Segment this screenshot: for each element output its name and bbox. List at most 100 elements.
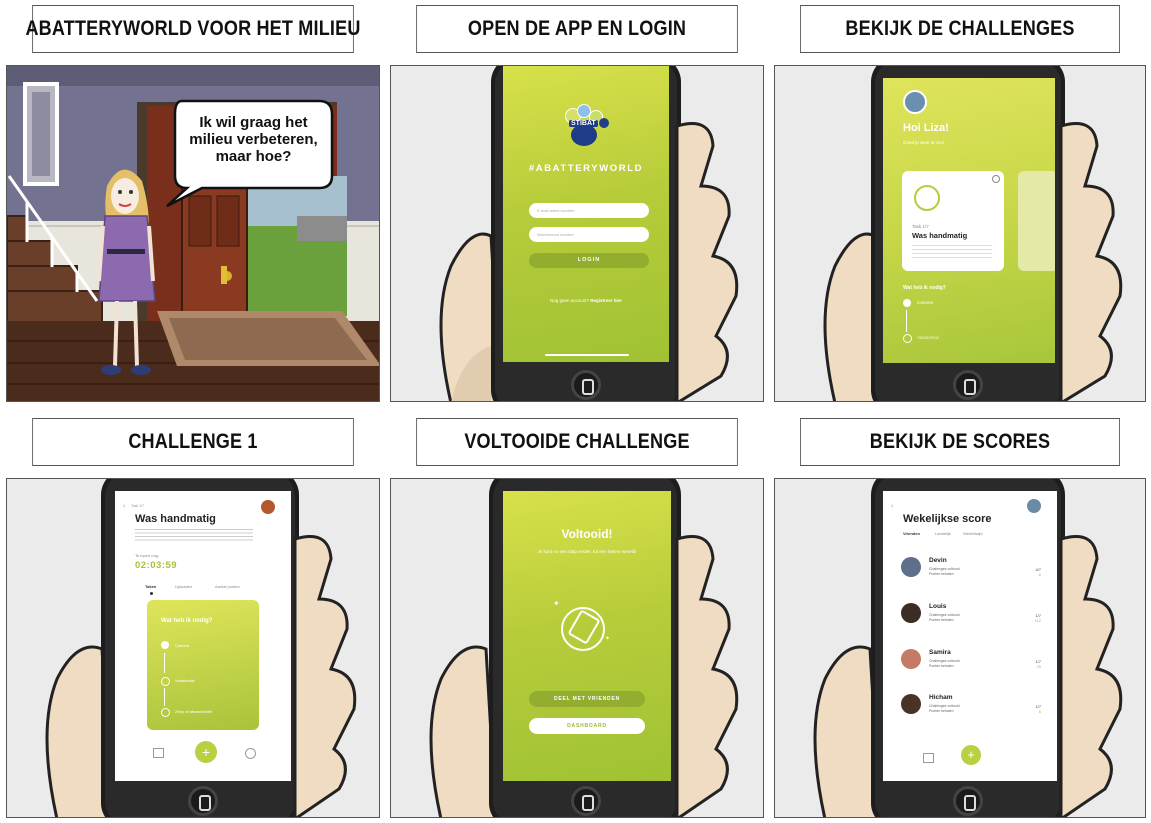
scene-panel: Ik wil graag het milieu verbeteren, maar… <box>6 65 380 402</box>
avatar <box>261 500 275 514</box>
panel-title-5: VOLTOOIDE CHALLENGE <box>416 418 738 466</box>
points: 112 <box>1034 618 1041 623</box>
stibat-logo: STIBAT <box>563 104 611 146</box>
tab-global[interactable]: Wereldwijd <box>963 531 983 536</box>
points: 6 <box>1038 709 1041 714</box>
item-camera: Camera <box>917 300 934 305</box>
person-name: Samira <box>929 649 951 656</box>
stat-label: Challenges voltooid <box>929 613 960 617</box>
item-3: Zeep of afwasmiddel <box>175 709 212 714</box>
task-label: Task 1/7 <box>131 504 145 508</box>
tab-national[interactable]: Landelijk <box>935 531 951 536</box>
stat-label: Punten behalen <box>929 709 954 713</box>
panel-title-1: ABATTERYWORLD VOOR HET MILIEU <box>25 5 360 53</box>
card-title: Was handmatig <box>912 231 968 240</box>
done-panel: Voltooid! Je kunt nu een stap verder, to… <box>390 478 764 818</box>
circle-icon <box>161 677 170 686</box>
challenge1-screen: ‹ Task 1/7 Was handmatig Te lopen nog: 0… <box>115 491 291 781</box>
list-item[interactable]: Devin Challenges voltooid Punten behalen… <box>901 553 1041 593</box>
home-button[interactable] <box>953 370 983 400</box>
time-label: Te lopen nog: <box>135 553 160 558</box>
stat-label: Challenges voltooid <box>929 567 960 571</box>
item-cloth: Vaatdoekje <box>917 335 940 340</box>
item-2: Vaatdoekje <box>175 678 195 683</box>
home-button[interactable] <box>188 786 218 816</box>
add-button[interactable]: + <box>195 741 217 763</box>
stat-label: Punten behalen <box>929 664 954 668</box>
check-icon <box>161 641 169 649</box>
hand-wash-icon <box>914 185 940 211</box>
speech-line-3: maar hoe? <box>215 148 292 165</box>
scores-title: Wekelijkse score <box>903 513 992 525</box>
tab-taken[interactable]: Taken <box>145 584 156 589</box>
home-tab-icon[interactable] <box>153 748 164 758</box>
points: 25 <box>1036 664 1041 669</box>
locked-card[interactable] <box>1018 171 1055 271</box>
stat-label: Punten behalen <box>929 618 954 622</box>
stat-label: Challenges voltooid <box>929 659 960 663</box>
avatar <box>901 603 921 623</box>
person-name: Hicham <box>929 694 953 701</box>
avatar <box>901 557 921 577</box>
item-1: Camera <box>175 643 190 648</box>
greeting-sub: Goed je weer te zien <box>903 140 945 145</box>
challenge1-panel: ‹ Task 1/7 Was handmatig Te lopen nog: 0… <box>6 478 380 818</box>
screen-title: Was handmatig <box>135 513 216 525</box>
dashboard-button[interactable]: DASHBOARD <box>529 718 645 734</box>
avatar <box>901 694 921 714</box>
password-field[interactable]: Wachtwoord invullen <box>529 227 649 242</box>
challenges-screen: Hoi Liza! Goed je weer te zien Task 1/7 … <box>883 78 1055 363</box>
circle-icon <box>161 708 170 717</box>
tab-indicator <box>150 592 153 595</box>
done-title: Voltooid! <box>561 527 613 541</box>
scores-screen: ‹ Wekelijkse score Vrienden Landelijk We… <box>883 491 1057 781</box>
panel-title-4: CHALLENGE 1 <box>32 418 354 466</box>
scores-panel: ‹ Wekelijkse score Vrienden Landelijk We… <box>774 478 1146 818</box>
home-tab-icon[interactable] <box>923 753 934 763</box>
tab-upload[interactable]: Uploaden <box>175 584 192 589</box>
info-icon[interactable] <box>992 175 1000 183</box>
timer: 02:03:59 <box>135 560 178 571</box>
stat-label: Challenges voltooid <box>929 704 960 708</box>
person-name: Louis <box>929 603 947 610</box>
avatar <box>903 90 927 114</box>
item-circle-icon <box>903 334 912 343</box>
need-card-title: Wat heb ik nodig? <box>161 618 213 624</box>
home-button[interactable] <box>953 786 983 816</box>
clean-hands-icon: ✦ ✦ <box>553 599 613 654</box>
done-screen: Voltooid! Je kunt nu een stap verder, to… <box>503 491 671 781</box>
stat-label: Punten behalen <box>929 572 954 576</box>
back-icon[interactable]: ‹ <box>123 503 125 510</box>
home-indicator <box>545 354 629 356</box>
register-text[interactable]: Nog geen account? Registreer hier <box>503 298 669 303</box>
add-button[interactable]: + <box>961 745 981 765</box>
avatar <box>1027 499 1041 513</box>
tab-points[interactable]: Aantal punten <box>215 584 240 589</box>
profile-tab-icon[interactable] <box>245 748 256 759</box>
email-field[interactable]: E-mail adres invullen <box>529 203 649 218</box>
points: 6 <box>1038 572 1041 577</box>
challenges-panel: Hoi Liza! Goed je weer te zien Task 1/7 … <box>774 65 1146 402</box>
list-item[interactable]: Louis Challenges voltooid Punten behalen… <box>901 599 1041 639</box>
back-icon[interactable]: ‹ <box>891 503 893 510</box>
home-button[interactable] <box>571 786 601 816</box>
list-item[interactable]: Samira Challenges voltooid Punten behale… <box>901 645 1041 685</box>
check-icon <box>903 299 911 307</box>
greeting: Hoi Liza! <box>903 122 949 134</box>
share-button[interactable]: DEEL MET VRIENDEN <box>529 691 645 707</box>
challenge-card[interactable]: Task 1/7 Was handmatig <box>902 171 1004 271</box>
home-button[interactable] <box>571 370 601 400</box>
list-item[interactable]: Hicham Challenges voltooid Punten behale… <box>901 690 1041 730</box>
login-screen: STIBAT #ABATTERYWORLD E-mail adres invul… <box>503 66 669 362</box>
person-name: Devin <box>929 557 947 564</box>
logo-text: STIBAT <box>569 120 598 127</box>
speech-line-1: Ik wil graag het <box>199 114 308 131</box>
avatar <box>901 649 921 669</box>
task-label: Task 1/7 <box>912 224 929 229</box>
panel-title-3: BEKIJK DE CHALLENGES <box>800 5 1120 53</box>
hashtag-title: #ABATTERYWORLD <box>528 163 644 174</box>
tab-friends[interactable]: Vrienden <box>903 531 920 536</box>
need-card: Wat heb ik nodig? Camera Vaatdoekje Zeep… <box>147 600 259 730</box>
need-heading: Wat heb ik nodig? <box>903 285 946 291</box>
login-button[interactable]: LOGIN <box>529 253 649 268</box>
